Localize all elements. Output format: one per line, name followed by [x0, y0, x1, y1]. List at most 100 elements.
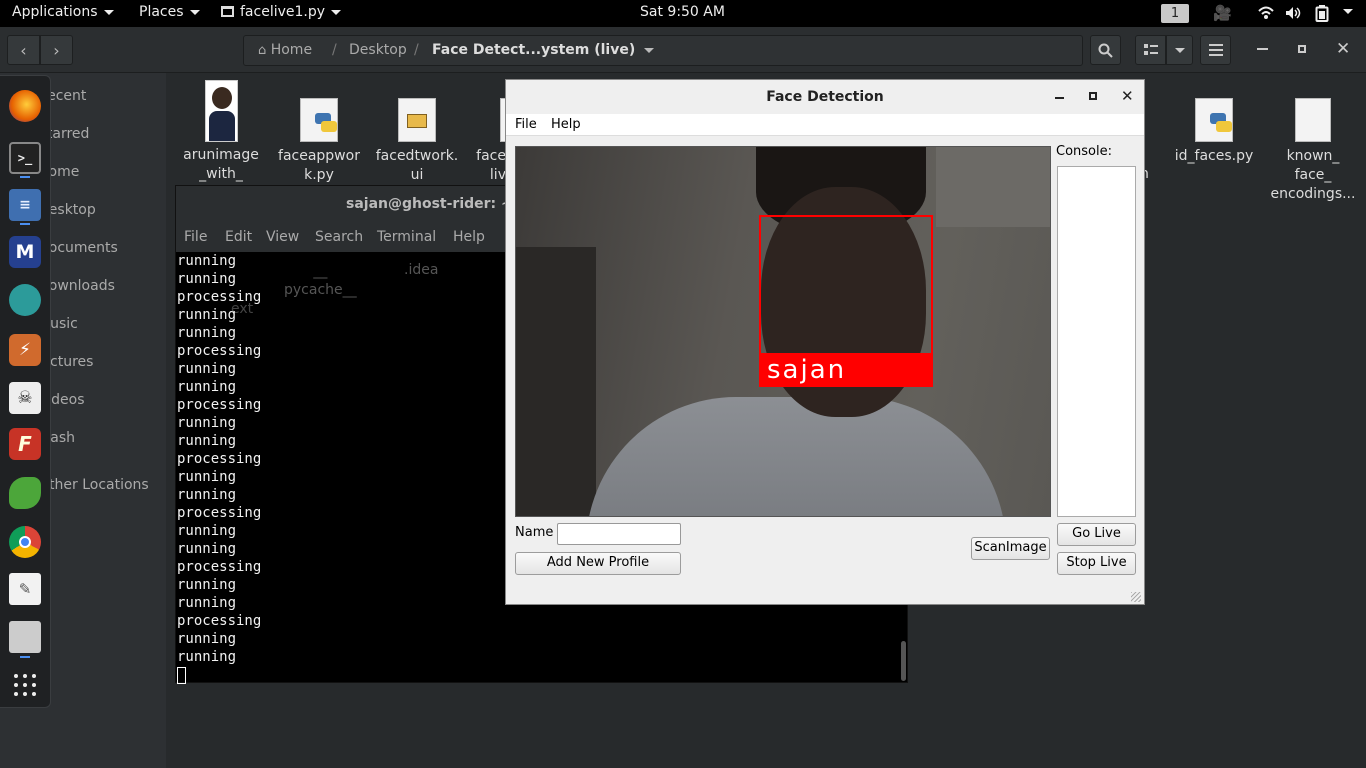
path-bar: ⌂ Home / Desktop / Face Detect...ystem (… — [243, 35, 1083, 66]
menu-file[interactable]: File — [515, 117, 537, 132]
leafpad-icon[interactable] — [9, 477, 41, 509]
go-live-button[interactable]: Go Live — [1057, 523, 1136, 546]
chrome-icon[interactable] — [9, 526, 41, 558]
terminal-line: processing — [177, 397, 262, 413]
document-icon — [1295, 98, 1331, 142]
home-icon: ⌂ — [258, 43, 267, 58]
ghost-file-label: .idea — [404, 262, 439, 278]
terminal-line: running — [177, 595, 237, 611]
terminal-line: processing — [177, 289, 262, 305]
console-output[interactable] — [1057, 166, 1136, 517]
path-current[interactable]: Face Detect...ystem (live) — [432, 42, 655, 58]
app-menu[interactable]: facelive1.py — [221, 4, 342, 20]
face-name-banner: sajan — [759, 353, 933, 387]
file-icon-faceappwork[interactable]: faceappwor k.py — [275, 98, 363, 185]
chevron-down-icon — [331, 9, 342, 15]
terminal-menu-file[interactable]: File — [184, 229, 207, 245]
terminal-line: processing — [177, 613, 262, 629]
terminal-line: processing — [177, 559, 262, 575]
applications-label: Applications — [12, 4, 98, 20]
scan-image-button[interactable]: ScanImage — [971, 537, 1050, 560]
screenshot-icon[interactable] — [9, 621, 41, 653]
face-detection-window[interactable]: Face Detection ✕ File Help sajan Console… — [505, 79, 1145, 605]
hamburger-menu-button[interactable] — [1200, 35, 1231, 65]
terminal-line: running — [177, 415, 237, 431]
places-menu[interactable]: Places — [139, 4, 200, 20]
file-icon-id-faces[interactable]: id_faces.py — [1170, 98, 1258, 166]
terminal-line: running — [177, 541, 237, 557]
terminal-line: processing — [177, 451, 262, 467]
add-new-profile-button[interactable]: Add New Profile — [515, 552, 681, 575]
workspace-indicator[interactable]: 1 — [1161, 4, 1189, 23]
face-detection-titlebar[interactable]: Face Detection — [506, 80, 1144, 114]
clock[interactable]: Sat 9:50 AM — [640, 4, 725, 20]
name-input[interactable] — [557, 523, 681, 545]
stop-live-button[interactable]: Stop Live — [1057, 552, 1136, 575]
search-button[interactable] — [1090, 35, 1121, 65]
hamburger-icon — [1208, 44, 1223, 56]
terminal-line: running — [177, 253, 237, 269]
terminal-line: running — [177, 487, 237, 503]
battery-icon[interactable] — [1315, 5, 1329, 22]
path-current-label: Face Detect...ystem (live) — [432, 42, 636, 58]
path-separator: / — [332, 42, 337, 58]
app-grid-icon[interactable] — [13, 673, 37, 697]
file-manager-icon[interactable]: ≡ — [9, 189, 41, 221]
metasploit-icon[interactable]: M — [9, 236, 41, 268]
view-options-button[interactable] — [1166, 35, 1193, 65]
volume-icon[interactable] — [1285, 6, 1302, 20]
files-header-bar: ‹ › ⌂ Home / Desktop / Face Detect...yst… — [0, 27, 1366, 73]
minimize-icon[interactable] — [1055, 97, 1064, 99]
forward-button[interactable]: › — [40, 35, 73, 65]
wifi-icon[interactable] — [1258, 6, 1274, 20]
file-icon-partial[interactable]: face liv — [470, 98, 506, 185]
path-home[interactable]: ⌂ Home — [258, 42, 312, 58]
terminal-menu-search[interactable]: Search — [315, 229, 363, 245]
terminal-menu-help[interactable]: Help — [453, 229, 485, 245]
console-label: Console: — [1056, 144, 1112, 159]
chevron-down-icon — [1174, 47, 1185, 53]
view-mode-button[interactable] — [1135, 35, 1166, 65]
file-label: id_faces.py — [1174, 148, 1254, 164]
terminal-menu-view[interactable]: View — [266, 229, 299, 245]
faraday-icon[interactable]: F — [9, 428, 41, 460]
file-label: faceappwor k.py — [278, 148, 360, 183]
kali-app-icon[interactable]: ☠ — [9, 382, 41, 414]
terminal-scrollbar[interactable] — [901, 641, 906, 681]
file-icon-arunimage[interactable]: arunimage _with_ — [182, 80, 260, 184]
video-camera-icon[interactable]: 🎥 — [1213, 4, 1232, 22]
camera-feed: sajan — [515, 146, 1051, 517]
file-label: face liv — [476, 148, 506, 183]
burpsuite-icon[interactable]: ⚡ — [9, 334, 41, 366]
file-icon-known-face-encodings[interactable]: known_ face_ encodings... — [1270, 98, 1356, 204]
chevron-down-icon — [1343, 8, 1353, 14]
maximize-icon[interactable] — [1298, 45, 1306, 53]
applications-menu[interactable]: Applications — [12, 4, 114, 20]
text-editor-icon[interactable]: ✎ — [9, 573, 41, 605]
close-icon[interactable]: ✕ — [1121, 87, 1134, 105]
path-desktop[interactable]: Desktop — [349, 42, 407, 58]
resize-grip[interactable] — [1131, 592, 1141, 602]
dock: >_ ≡ M ⚡ ☠ F ✎ — [0, 75, 51, 708]
avatar-app-icon[interactable] — [9, 284, 41, 316]
image-thumbnail-icon — [204, 80, 238, 142]
running-indicator — [20, 223, 30, 225]
back-button[interactable]: ‹ — [7, 35, 40, 65]
system-menu[interactable] — [1337, 3, 1353, 19]
menu-help[interactable]: Help — [551, 117, 581, 132]
terminal-menu-terminal[interactable]: Terminal — [377, 229, 436, 245]
path-separator: / — [414, 42, 419, 58]
terminal-output[interactable]: running running processing running running pr… — [177, 252, 261, 684]
terminal-menu-edit[interactable]: Edit — [225, 229, 252, 245]
ghost-file-label: __ pycache__ — [284, 263, 357, 298]
maximize-icon[interactable] — [1089, 92, 1097, 100]
terminal-icon[interactable]: >_ — [9, 142, 41, 174]
sidebar-item-other-locations[interactable]: Other Locations — [38, 477, 149, 493]
firefox-icon[interactable] — [9, 90, 41, 122]
app-menu-label: facelive1.py — [240, 4, 326, 20]
close-icon[interactable]: ✕ — [1336, 39, 1350, 59]
file-icon-facedtwork-ui[interactable]: facedtwork. ui — [373, 98, 461, 185]
minimize-icon[interactable] — [1257, 48, 1268, 50]
terminal-line: running — [177, 379, 237, 395]
window-title: Face Detection — [766, 89, 884, 105]
